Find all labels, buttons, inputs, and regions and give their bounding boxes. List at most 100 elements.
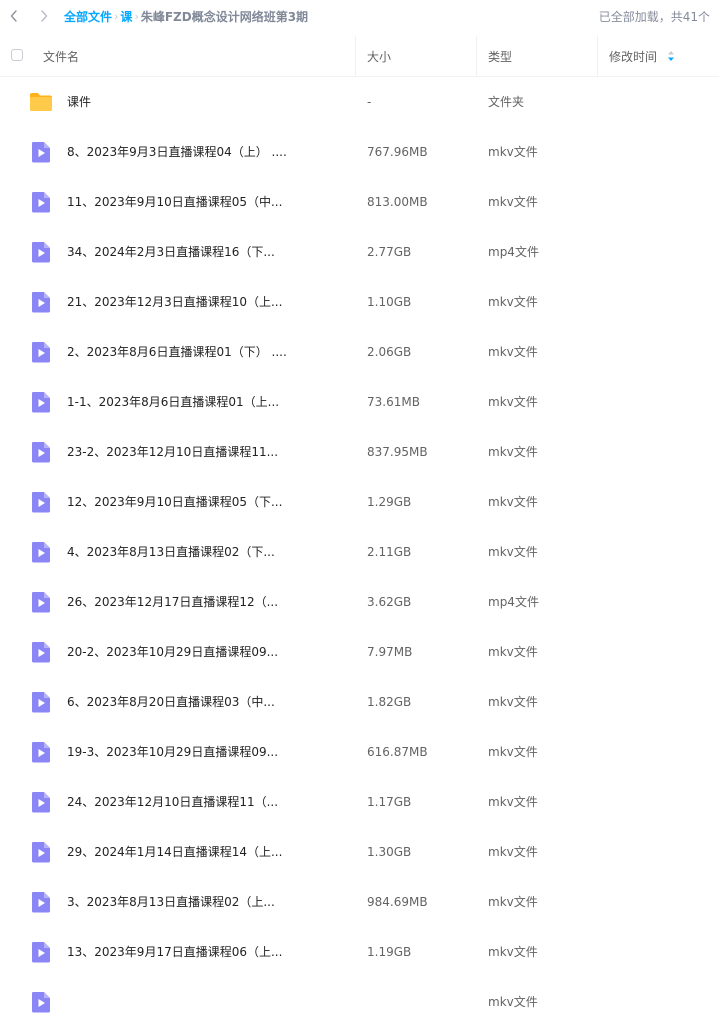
file-name[interactable]: 13、2023年9月17日直播课程06（上... — [67, 927, 282, 977]
file-name[interactable]: 2、2023年8月6日直播课程01（下） .... — [67, 327, 287, 377]
file-row[interactable]: 6、2023年8月20日直播课程03（中... 1.82GB mkv文件 — [0, 677, 719, 727]
file-type: mkv文件 — [488, 545, 538, 559]
file-name[interactable]: 21、2023年12月3日直播课程10（上... — [67, 277, 282, 327]
file-size: 984.69MB — [367, 895, 428, 909]
file-size: 3.62GB — [367, 595, 412, 609]
file-row[interactable]: 8、2023年9月3日直播课程04（上） .... 767.96MB mkv文件 — [0, 127, 719, 177]
file-list: 课件 - 文件夹 8、2023年9月3日直播课程04（上） .... 767.96MB m… — [0, 77, 719, 1027]
breadcrumb-level1[interactable]: 课 — [120, 8, 132, 25]
file-name[interactable]: 23-2、2023年12月10日直播课程11... — [67, 427, 278, 477]
column-header-modified-label: 修改时间 — [609, 49, 658, 64]
file-type: mkv文件 — [488, 845, 538, 859]
file-name[interactable]: 26、2023年12月17日直播课程12（... — [67, 577, 278, 627]
file-size: 1.17GB — [367, 795, 412, 809]
file-name[interactable]: 20-2、2023年10月29日直播课程09... — [67, 627, 278, 677]
file-row[interactable]: 2、2023年8月6日直播课程01（下） .... 2.06GB mkv文件 — [0, 327, 719, 377]
file-size: 1.19GB — [367, 945, 412, 959]
file-row[interactable]: 12、2023年9月10日直播课程05（下... 1.29GB mkv文件 — [0, 477, 719, 527]
file-name[interactable]: 1-1、2023年8月6日直播课程01（上... — [67, 377, 279, 427]
column-header-size[interactable]: 大小 — [367, 36, 391, 76]
file-row[interactable]: 34、2024年2月3日直播课程16（下... 2.77GB mp4文件 — [0, 227, 719, 277]
back-arrow-icon[interactable] — [6, 8, 22, 24]
column-header-modified[interactable]: 修改时间 — [609, 36, 675, 76]
file-size: 73.61MB — [367, 395, 420, 409]
video-icon — [29, 490, 53, 514]
video-icon — [29, 790, 53, 814]
file-size: 767.96MB — [367, 145, 428, 159]
file-row[interactable]: 24、2023年12月10日直播课程11（... 1.17GB mkv文件 — [0, 777, 719, 827]
file-row[interactable]: 20-2、2023年10月29日直播课程09... 7.97MB mkv文件 — [0, 627, 719, 677]
file-row[interactable]: 1-1、2023年8月6日直播课程01（上... 73.61MB mkv文件 — [0, 377, 719, 427]
file-name[interactable]: 3、2023年8月13日直播课程02（上... — [67, 877, 275, 927]
video-icon — [29, 240, 53, 264]
file-type: mkv文件 — [488, 445, 538, 459]
file-row[interactable]: 课件 - 文件夹 — [0, 77, 719, 127]
file-row[interactable]: mkv文件 — [0, 977, 719, 1027]
file-name[interactable]: 12、2023年9月10日直播课程05（下... — [67, 477, 282, 527]
file-name[interactable]: 6、2023年8月20日直播课程03（中... — [67, 677, 275, 727]
file-size: 7.97MB — [367, 645, 413, 659]
sort-icon[interactable] — [667, 50, 675, 62]
load-status: 已全部加载，共41个 — [598, 10, 710, 24]
video-icon — [29, 940, 53, 964]
video-icon — [29, 590, 53, 614]
video-icon — [29, 640, 53, 664]
file-size: - — [367, 95, 372, 109]
file-size: 813.00MB — [367, 195, 428, 209]
video-icon — [29, 990, 53, 1014]
video-icon — [29, 440, 53, 464]
column-header-type[interactable]: 类型 — [488, 36, 512, 76]
file-row[interactable]: 11、2023年9月10日直播课程05（中... 813.00MB mkv文件 — [0, 177, 719, 227]
file-row[interactable]: 19-3、2023年10月29日直播课程09... 616.87MB mkv文件 — [0, 727, 719, 777]
breadcrumb-root[interactable]: 全部文件 — [64, 8, 112, 25]
file-row[interactable]: 3、2023年8月13日直播课程02（上... 984.69MB mkv文件 — [0, 877, 719, 927]
video-icon — [29, 540, 53, 564]
video-icon — [29, 390, 53, 414]
file-row[interactable]: 13、2023年9月17日直播课程06（上... 1.19GB mkv文件 — [0, 927, 719, 977]
file-type: mkv文件 — [488, 645, 538, 659]
file-name[interactable]: 19-3、2023年10月29日直播课程09... — [67, 727, 278, 777]
table-header: 文件名 大小 类型 修改时间 — [0, 36, 719, 77]
file-size: 2.06GB — [367, 345, 412, 359]
file-type: mkv文件 — [488, 895, 538, 909]
file-type: mkv文件 — [488, 395, 538, 409]
forward-arrow-icon[interactable] — [36, 8, 52, 24]
file-type: mkv文件 — [488, 145, 538, 159]
video-icon — [29, 690, 53, 714]
file-row[interactable]: 26、2023年12月17日直播课程12（... 3.62GB mp4文件 — [0, 577, 719, 627]
column-header-name[interactable]: 文件名 — [43, 36, 79, 76]
file-row[interactable]: 23-2、2023年12月10日直播课程11... 837.95MB mkv文件 — [0, 427, 719, 477]
file-name[interactable]: 29、2024年1月14日直播课程14（上... — [67, 827, 282, 877]
file-type: mkv文件 — [488, 495, 538, 509]
file-size: 1.29GB — [367, 495, 412, 509]
file-size: 1.30GB — [367, 845, 412, 859]
file-type: mkv文件 — [488, 345, 538, 359]
video-icon — [29, 840, 53, 864]
file-name[interactable]: 34、2024年2月3日直播课程16（下... — [67, 227, 275, 277]
file-type: mkv文件 — [488, 795, 538, 809]
file-name[interactable]: 8、2023年9月3日直播课程04（上） .... — [67, 127, 287, 177]
column-divider[interactable] — [597, 36, 598, 76]
column-divider[interactable] — [476, 36, 477, 76]
file-type: mkv文件 — [488, 945, 538, 959]
file-row[interactable]: 29、2024年1月14日直播课程14（上... 1.30GB mkv文件 — [0, 827, 719, 877]
file-size: 1.10GB — [367, 295, 412, 309]
breadcrumb-separator: › — [114, 9, 119, 23]
file-row[interactable]: 21、2023年12月3日直播课程10（上... 1.10GB mkv文件 — [0, 277, 719, 327]
file-row[interactable]: 4、2023年8月13日直播课程02（下... 2.11GB mkv文件 — [0, 527, 719, 577]
file-name[interactable]: 11、2023年9月10日直播课程05（中... — [67, 177, 282, 227]
select-all-checkbox[interactable] — [11, 49, 23, 61]
file-type: mp4文件 — [488, 595, 539, 609]
file-name[interactable]: 24、2023年12月10日直播课程11（... — [67, 777, 278, 827]
column-divider[interactable] — [355, 36, 356, 76]
file-name[interactable]: 4、2023年8月13日直播课程02（下... — [67, 527, 275, 577]
toolbar: 全部文件 › 课 › 朱峰FZD概念设计网络班第3期 已全部加载，共41个 — [0, 0, 719, 32]
breadcrumb-current: 朱峰FZD概念设计网络班第3期 — [140, 9, 309, 24]
file-type: mkv文件 — [488, 745, 538, 759]
file-size: 1.82GB — [367, 695, 412, 709]
video-icon — [29, 290, 53, 314]
file-type: mp4文件 — [488, 245, 539, 259]
file-name[interactable]: 课件 — [67, 77, 91, 127]
video-icon — [29, 140, 53, 164]
folder-icon — [29, 90, 53, 114]
